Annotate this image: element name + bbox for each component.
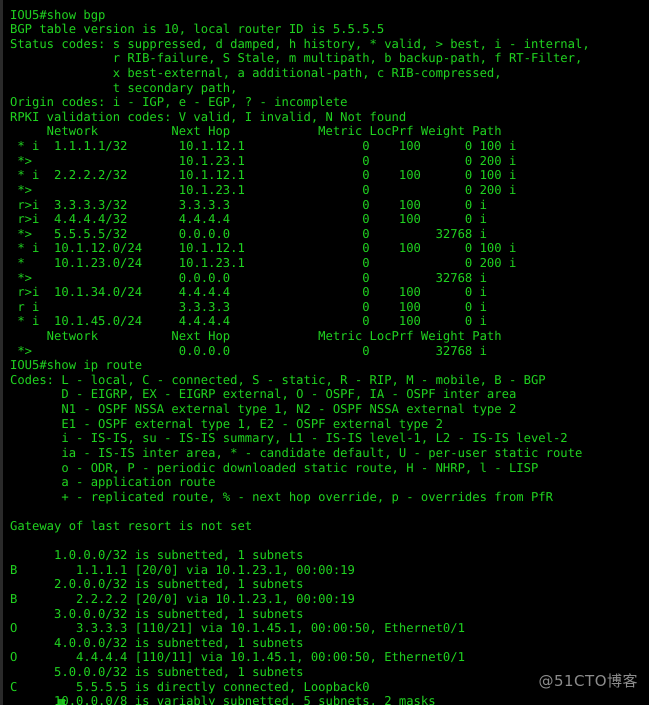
terminal-line: a - application route [10,475,216,490]
terminal-line: O 4.4.4.4 [110/11] via 10.1.45.1, 00:00:… [10,650,465,665]
terminal-line: *> 10.1.23.1 0 0 200 i [10,153,517,168]
terminal-line: 10.0.0.0/8 is variably subnetted, 5 subn… [10,694,436,705]
terminal-line: O 3.3.3.3 [110/21] via 10.1.45.1, 00:00:… [10,621,465,636]
terminal-line: E1 - OSPF external type 1, E2 - OSPF ext… [10,416,443,431]
terminal-line: r RIB-failure, S Stale, m multipath, b b… [10,51,583,66]
terminal-line: * i 2.2.2.2/32 10.1.12.1 0 100 0 100 i [10,168,517,183]
terminal-cursor [58,699,65,705]
terminal-line: t secondary path, [10,80,238,95]
terminal-line: *> 5.5.5.5/32 0.0.0.0 0 32768 i [10,226,487,241]
terminal-line: r>i 3.3.3.3/32 3.3.3.3 0 100 0 i [10,197,487,212]
terminal-line: *> 0.0.0.0 0 32768 i [10,270,487,285]
terminal-output: IOU5#show bgp BGP table version is 10, lo… [3,0,649,705]
terminal-line: RPKI validation codes: V valid, I invali… [10,109,407,124]
terminal-line: * 10.1.23.0/24 10.1.23.1 0 0 200 i [10,255,517,270]
terminal-line: 4.0.0.0/32 is subnetted, 1 subnets [10,635,304,650]
terminal-line: C 5.5.5.5 is directly connected, Loopbac… [10,679,370,694]
terminal-line: * i 10.1.12.0/24 10.1.12.1 0 100 0 100 i [10,241,517,256]
terminal-line: Network Next Hop Metric LocPrf Weight Pa… [10,124,502,139]
terminal-line: o - ODR, P - periodic downloaded static … [10,460,539,475]
terminal-line: Network Next Hop Metric LocPrf Weight Pa… [10,329,502,344]
terminal-line: 3.0.0.0/32 is subnetted, 1 subnets [10,606,304,621]
terminal-line: Gateway of last resort is not set [10,518,253,533]
terminal-line: Codes: L - local, C - connected, S - sta… [10,372,546,387]
terminal-line: * i 1.1.1.1/32 10.1.12.1 0 100 0 100 i [10,139,517,154]
terminal-line: x best-external, a additional-path, c RI… [10,66,502,81]
terminal-line: i - IS-IS, su - IS-IS summary, L1 - IS-I… [10,431,568,446]
terminal-line: r i 3.3.3.3 0 100 0 i [10,299,487,314]
terminal-line: 1.0.0.0/32 is subnetted, 1 subnets [10,548,304,563]
terminal-window[interactable]: IOU5#show bgp BGP table version is 10, lo… [0,0,649,705]
terminal-line: BGP table version is 10, local router ID… [10,22,385,37]
terminal-line: B 1.1.1.1 [20/0] via 10.1.23.1, 00:00:19 [10,562,355,577]
terminal-line: *> 0.0.0.0 0 32768 i [10,343,487,358]
terminal-line: r>i 4.4.4.4/32 4.4.4.4 0 100 0 i [10,212,487,227]
terminal-line: B 2.2.2.2 [20/0] via 10.1.23.1, 00:00:19 [10,591,355,606]
terminal-line: * i 10.1.45.0/24 4.4.4.4 0 100 0 i [10,314,487,329]
terminal-line: Status codes: s suppressed, d damped, h … [10,36,590,51]
terminal-line: D - EIGRP, EX - EIGRP external, O - OSPF… [10,387,517,402]
terminal-line: IOU5#show ip route [10,358,143,373]
terminal-line: IOU5#show bgp [10,7,106,22]
terminal-line: + - replicated route, % - next hop overr… [10,489,553,504]
terminal-line: 5.0.0.0/32 is subnetted, 1 subnets [10,665,304,680]
terminal-line: N1 - OSPF NSSA external type 1, N2 - OSP… [10,402,517,417]
terminal-line: ia - IS-IS inter area, * - candidate def… [10,445,583,460]
terminal-line: 2.0.0.0/32 is subnetted, 1 subnets [10,577,304,592]
terminal-line: Origin codes: i - IGP, e - EGP, ? - inco… [10,95,348,110]
terminal-line: r>i 10.1.34.0/24 4.4.4.4 0 100 0 i [10,285,487,300]
terminal-line: *> 10.1.23.1 0 0 200 i [10,182,517,197]
